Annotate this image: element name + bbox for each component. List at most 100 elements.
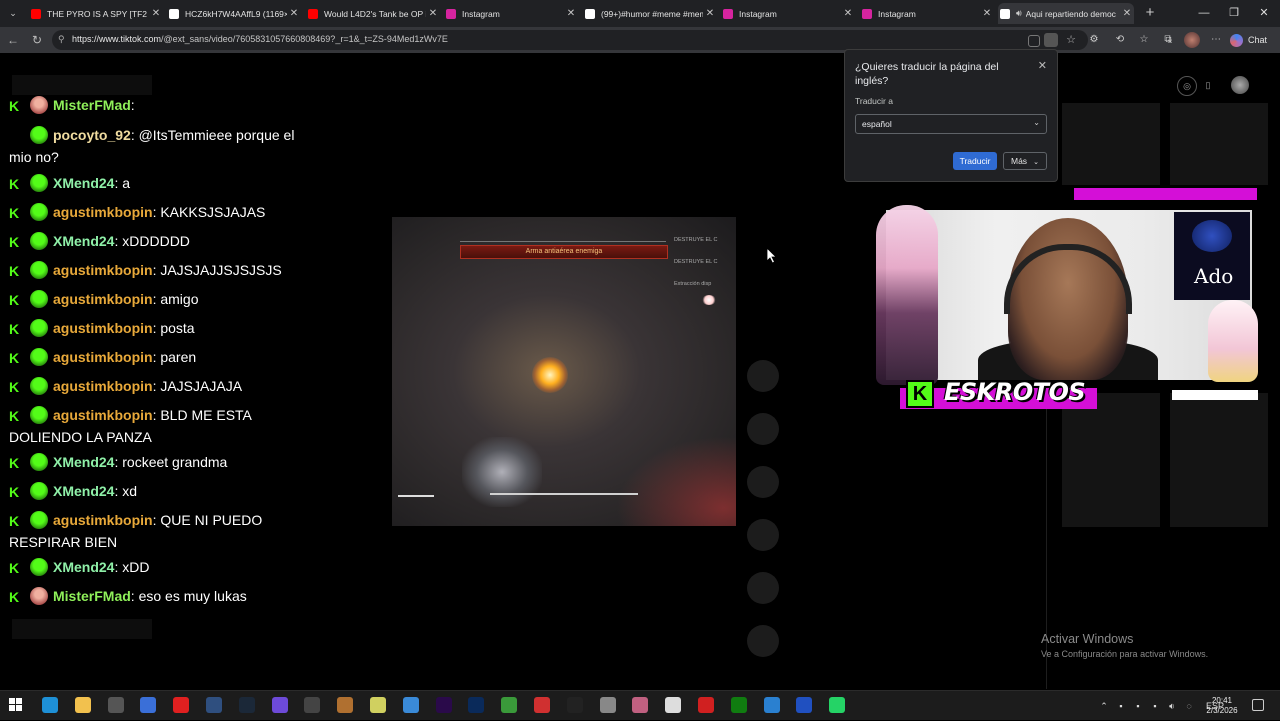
premiere-icon[interactable]: [435, 697, 452, 713]
chat-username[interactable]: MisterFMad: [53, 97, 131, 113]
steam-icon[interactable]: [238, 697, 255, 713]
windows-start-icon[interactable]: [9, 698, 23, 712]
close-tab-icon[interactable]: ✕: [564, 8, 578, 19]
chat-username[interactable]: agustimkbopin: [53, 204, 153, 220]
url-text[interactable]: https://www.tiktok.com/@ext_sans/video/7…: [72, 34, 448, 44]
app-icon-3[interactable]: [107, 697, 124, 713]
app-icon-20[interactable]: [665, 697, 682, 713]
chat-username[interactable]: XMend24: [53, 559, 114, 575]
translate-button[interactable]: Traducir: [953, 152, 997, 170]
performance-icon[interactable]: ⟲: [1112, 32, 1128, 48]
share-button[interactable]: [747, 519, 779, 551]
chat-username[interactable]: agustimkbopin: [53, 349, 153, 365]
tab-3[interactable]: Instagram ✕: [444, 3, 578, 24]
chat-username[interactable]: agustimkbopin: [53, 378, 153, 394]
related-video-tile[interactable]: [1062, 103, 1160, 185]
notification-icon[interactable]: [1252, 699, 1264, 711]
chat-username[interactable]: agustimkbopin: [53, 262, 153, 278]
more-options-button[interactable]: Más ⌄: [1003, 152, 1047, 170]
tab-0[interactable]: THE PYRO IS A SPY [TF2 Blen✕: [29, 3, 163, 24]
close-tab-icon[interactable]: ✕: [841, 8, 855, 19]
more-menu-icon[interactable]: ⋯: [1208, 32, 1224, 48]
related-video-tile[interactable]: [1170, 393, 1268, 527]
app-icon-21[interactable]: [698, 697, 714, 713]
volume-icon[interactable]: 🔉︎: [1166, 700, 1178, 712]
tab-search-icon[interactable]: ⌄: [5, 5, 21, 21]
app-icon-11[interactable]: [370, 697, 386, 713]
minimize-button[interactable]: —: [1190, 4, 1218, 22]
chat-username[interactable]: agustimkbopin: [53, 291, 153, 307]
chat-username[interactable]: XMend24: [53, 483, 114, 499]
app-icon-12[interactable]: [402, 697, 419, 713]
chat-username[interactable]: agustimkbopin: [53, 512, 153, 528]
maximize-button[interactable]: ❐: [1220, 4, 1248, 22]
bookmark-star-icon[interactable]: ☆: [1064, 33, 1078, 47]
back-button[interactable]: ←: [4, 31, 22, 49]
translate-icon[interactable]: [1044, 33, 1058, 47]
close-icon[interactable]: ✕: [1038, 60, 1047, 72]
site-info-icon[interactable]: ⚲: [58, 34, 68, 45]
photoshop-icon[interactable]: [468, 697, 485, 713]
sound-button[interactable]: [747, 625, 779, 657]
clock[interactable]: 20:41 2/3/2026: [1202, 696, 1242, 716]
tray-app-icon[interactable]: ▪: [1115, 700, 1127, 712]
user-avatar[interactable]: [1231, 76, 1249, 94]
tab-7[interactable]: 🔊︎ Aqui repartiendo democ ✕: [998, 3, 1134, 24]
app-icon-8[interactable]: [271, 697, 288, 713]
save-button[interactable]: [747, 466, 779, 498]
close-tab-icon[interactable]: ✕: [703, 8, 717, 19]
tab-2[interactable]: Would L4D2's Tank be OP in ✕: [306, 3, 440, 24]
close-tab-icon[interactable]: ✕: [149, 8, 163, 19]
app-icon-24[interactable]: [796, 697, 813, 713]
reload-button[interactable]: ↻: [28, 31, 46, 49]
tab-5[interactable]: Instagram ✕: [721, 3, 855, 24]
app-icon-16[interactable]: [534, 697, 550, 713]
address-bar[interactable]: ⚲ https://www.tiktok.com/@ext_sans/video…: [52, 30, 1088, 50]
close-tab-icon[interactable]: ✕: [980, 8, 994, 19]
network-icon[interactable]: ◌: [1183, 700, 1195, 712]
favorites-icon[interactable]: ☆: [1136, 32, 1152, 48]
tab-4[interactable]: (99+)#humor #meme #mem ✕: [583, 3, 717, 24]
tray-app-icon[interactable]: ▪: [1132, 700, 1144, 712]
app-icon-10[interactable]: [337, 697, 354, 713]
chat-username[interactable]: agustimkbopin: [53, 407, 153, 423]
close-tab-icon[interactable]: ✕: [287, 8, 301, 19]
language-select[interactable]: español ⌄: [855, 114, 1047, 134]
app-icon-15[interactable]: [501, 697, 518, 713]
chat-username[interactable]: XMend24: [53, 233, 114, 249]
app-icon-5[interactable]: [173, 697, 190, 713]
close-tab-icon[interactable]: ✕: [426, 8, 440, 19]
file-explorer-icon[interactable]: [74, 697, 91, 713]
new-tab-button[interactable]: +: [1142, 4, 1158, 22]
app-icon-4[interactable]: [140, 697, 157, 713]
close-tab-icon[interactable]: ✕: [1120, 8, 1134, 19]
compass-icon[interactable]: ◎: [1177, 76, 1197, 96]
speaker-icon[interactable]: 🔊︎: [1016, 8, 1022, 19]
downloads-icon[interactable]: ⤓: [1162, 32, 1178, 48]
chat-username[interactable]: XMend24: [53, 175, 114, 191]
tab-1[interactable]: HCZ6kH7W4AAffL9 (1169×1 ✕: [167, 3, 301, 24]
tab-6[interactable]: Instagram ✕: [860, 3, 994, 24]
chevron-up-icon[interactable]: ⌃: [1098, 700, 1110, 712]
chat-username[interactable]: agustimkbopin: [53, 320, 153, 336]
app-icon-6[interactable]: [206, 697, 222, 713]
xbox-icon[interactable]: [730, 697, 747, 713]
chat-username[interactable]: MisterFMad: [53, 588, 131, 604]
app-icon-18[interactable]: [599, 697, 616, 713]
app-icon-23[interactable]: [763, 697, 780, 713]
app-icon-19[interactable]: [632, 697, 649, 713]
phone-icon[interactable]: ▯: [1199, 76, 1217, 94]
whatsapp-icon[interactable]: [829, 697, 846, 713]
comment-button[interactable]: [747, 413, 779, 445]
video-player[interactable]: Arma antiaérea enemiga DESTRUYE EL C DES…: [392, 217, 736, 526]
related-video-tile[interactable]: [1062, 393, 1160, 527]
capcut-icon[interactable]: [566, 697, 583, 713]
related-video-tile[interactable]: [1170, 103, 1268, 185]
like-button[interactable]: [747, 360, 779, 392]
tray-app-icon[interactable]: ▪: [1149, 700, 1161, 712]
profile-avatar[interactable]: [1184, 32, 1200, 48]
chat-username[interactable]: pocoyto_92: [53, 127, 131, 143]
more-button[interactable]: [747, 572, 779, 604]
extensions-icon[interactable]: ⚙: [1086, 32, 1102, 48]
chat-username[interactable]: XMend24: [53, 454, 114, 470]
